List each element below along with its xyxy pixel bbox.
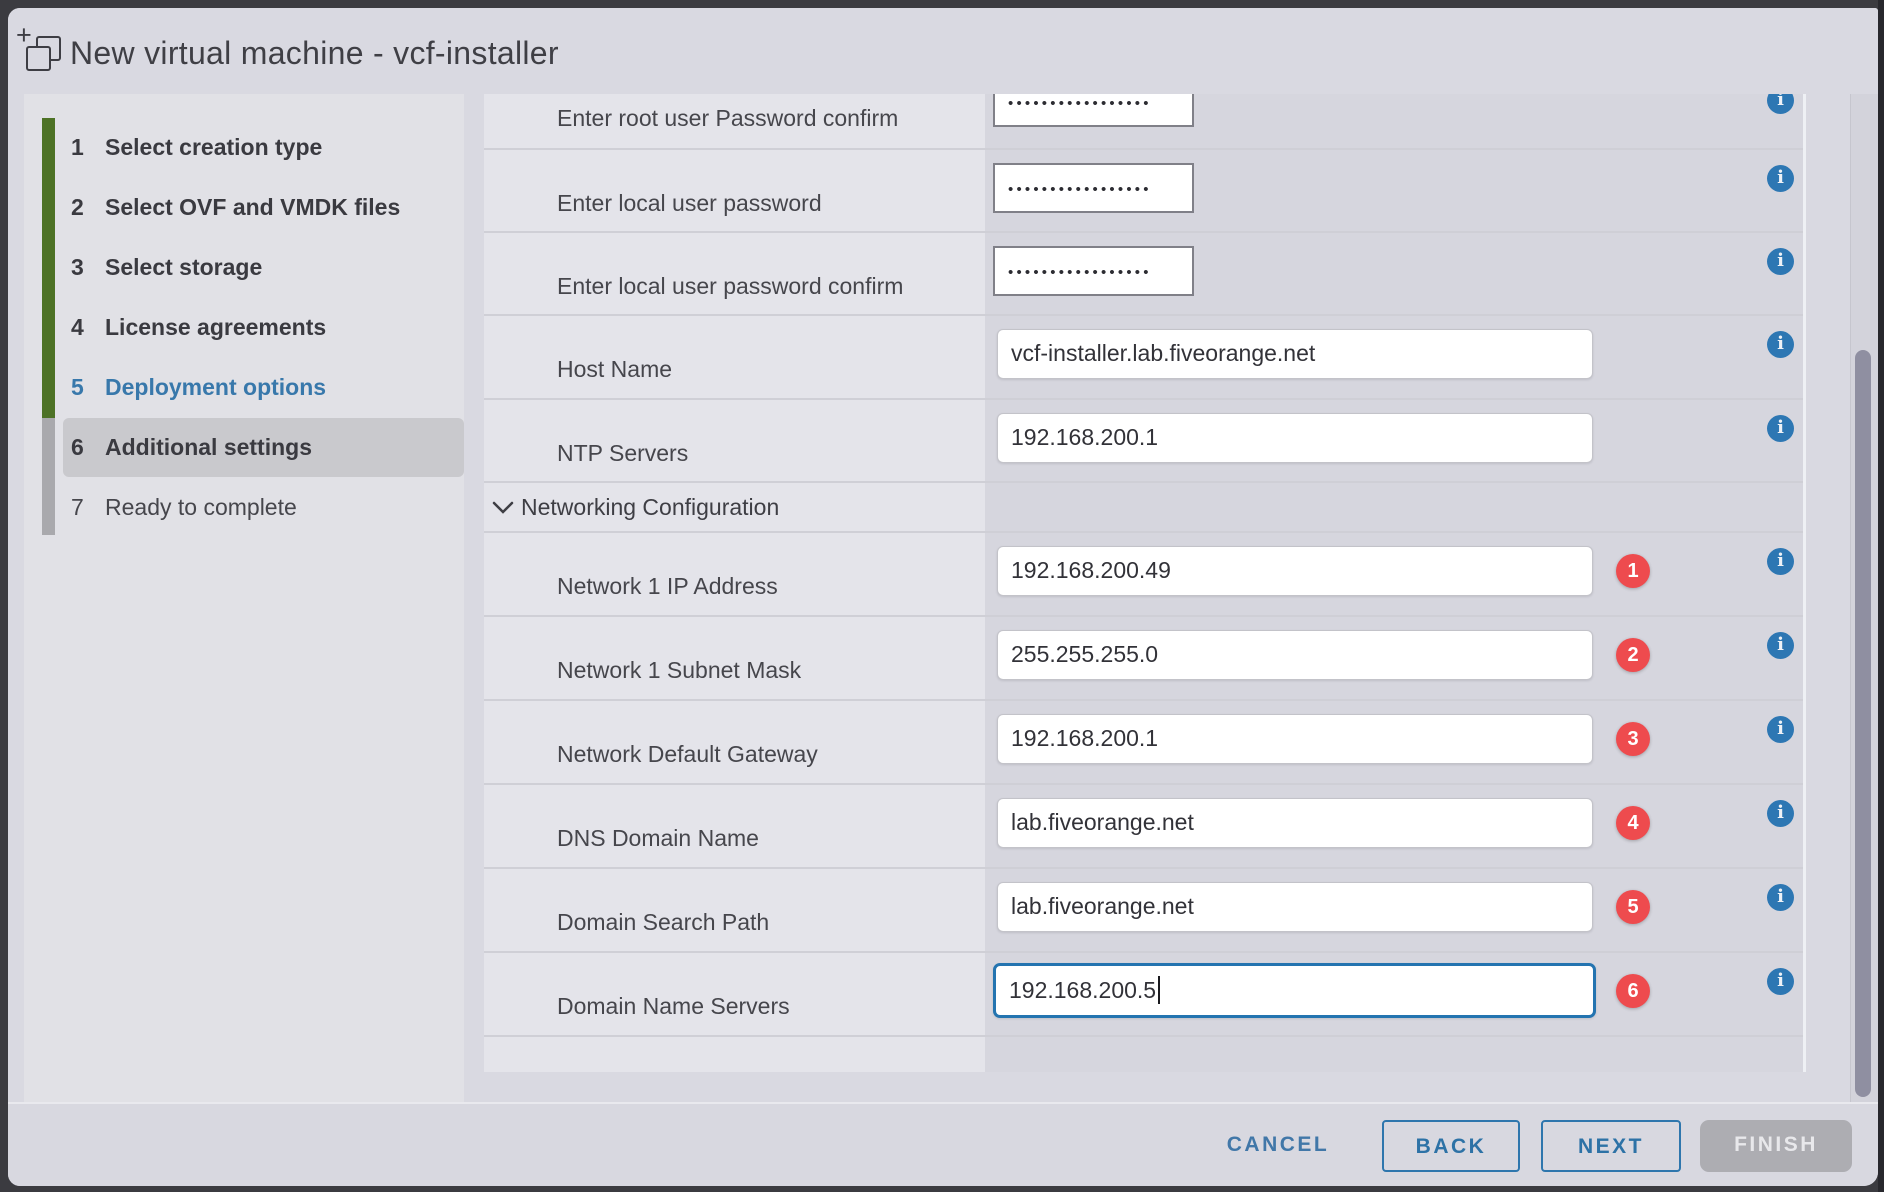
form-row-root-password-confirm: Enter root user Password confirm •••••••…	[484, 94, 1803, 150]
form-row-network1-ip: Network 1 IP Address 192.168.200.49 1 i	[484, 533, 1803, 617]
form-filler-row	[484, 1037, 1803, 1072]
form-row-dns-domain: DNS Domain Name lab.fiveorange.net 4 i	[484, 785, 1803, 869]
dialog-footer: CANCEL BACK NEXT FINISH	[8, 1102, 1878, 1186]
new-vm-wizard-dialog: + New virtual machine - vcf-installer 1 …	[8, 8, 1878, 1186]
info-icon[interactable]: i	[1767, 548, 1794, 575]
validation-badge: 4	[1616, 806, 1650, 840]
step-number: 1	[71, 134, 105, 161]
field-label: Enter local user password	[557, 190, 822, 217]
info-icon[interactable]: i	[1767, 248, 1794, 275]
password-mask: •••••••••••••••••	[1008, 94, 1152, 111]
step-number: 2	[71, 194, 105, 221]
info-icon[interactable]: i	[1767, 415, 1794, 442]
dialog-title: New virtual machine - vcf-installer	[70, 35, 559, 72]
network1-subnet-input[interactable]: 255.255.255.0	[997, 630, 1593, 680]
info-icon[interactable]: i	[1767, 165, 1794, 192]
field-label: Network 1 IP Address	[557, 573, 778, 600]
next-button[interactable]: NEXT	[1541, 1120, 1681, 1172]
field-label: Enter local user password confirm	[557, 273, 903, 300]
host-name-input[interactable]: vcf-installer.lab.fiveorange.net	[997, 329, 1593, 379]
step-label: Deployment options	[105, 374, 326, 401]
section-header-label: Networking Configuration	[521, 494, 779, 521]
plus-icon: +	[16, 22, 32, 49]
field-label: Network 1 Subnet Mask	[557, 657, 801, 684]
field-label: Enter root user Password confirm	[557, 105, 898, 132]
step-label: Select creation type	[105, 134, 322, 161]
additional-settings-form: Enter root user Password confirm •••••••…	[484, 94, 1806, 1072]
dialog-title-bar: + New virtual machine - vcf-installer	[8, 8, 1878, 94]
vm-box-front-icon	[26, 46, 51, 71]
sidebar-step-select-ovf-vmdk[interactable]: 2 Select OVF and VMDK files	[24, 177, 464, 237]
form-row-local-password: Enter local user password ••••••••••••••…	[484, 150, 1803, 233]
info-icon[interactable]: i	[1767, 800, 1794, 827]
local-password-field[interactable]: •••••••••••••••••	[993, 163, 1194, 213]
text-caret	[1158, 976, 1160, 1004]
step-label: Additional settings	[105, 434, 312, 461]
step-label: License agreements	[105, 314, 326, 341]
step-label: Select OVF and VMDK files	[105, 194, 400, 221]
step-number: 3	[71, 254, 105, 281]
field-label: Host Name	[557, 356, 672, 383]
wizard-steps-sidebar: 1 Select creation type 2 Select OVF and …	[24, 94, 464, 1110]
info-icon[interactable]: i	[1767, 884, 1794, 911]
sidebar-step-additional-settings[interactable]: 6 Additional settings	[24, 417, 464, 477]
form-row-domain-name-servers: Domain Name Servers 192.168.200.5 6 i	[484, 953, 1803, 1037]
step-number: 5	[71, 374, 105, 401]
network1-ip-input[interactable]: 192.168.200.49	[997, 546, 1593, 596]
cancel-button[interactable]: CANCEL	[1210, 1120, 1346, 1172]
form-row-local-password-confirm: Enter local user password confirm ••••••…	[484, 233, 1803, 316]
domain-name-servers-input[interactable]: 192.168.200.5	[993, 963, 1596, 1018]
validation-badge: 6	[1616, 974, 1650, 1008]
validation-badge: 2	[1616, 638, 1650, 672]
input-value: 192.168.200.5	[1009, 977, 1156, 1003]
finish-button-disabled: FINISH	[1700, 1120, 1852, 1172]
field-label: DNS Domain Name	[557, 825, 759, 852]
scrollbar-thumb[interactable]	[1855, 350, 1871, 1097]
networking-configuration-section[interactable]: Networking Configuration	[484, 483, 1803, 533]
password-mask: •••••••••••••••••	[1008, 263, 1152, 280]
field-label: Domain Search Path	[557, 909, 769, 936]
form-row-ntp-servers: NTP Servers 192.168.200.1 i	[484, 400, 1803, 483]
default-gateway-input[interactable]: 192.168.200.1	[997, 714, 1593, 764]
password-mask: •••••••••••••••••	[1008, 180, 1152, 197]
screen-backdrop-edge	[1878, 0, 1884, 1192]
domain-search-path-input[interactable]: lab.fiveorange.net	[997, 882, 1593, 932]
step-number: 6	[71, 434, 105, 461]
sidebar-step-select-storage[interactable]: 3 Select storage	[24, 237, 464, 297]
validation-badge: 1	[1616, 554, 1650, 588]
local-password-confirm-field[interactable]: •••••••••••••••••	[993, 246, 1194, 296]
sidebar-step-ready-to-complete: 7 Ready to complete	[24, 477, 464, 537]
info-icon[interactable]: i	[1767, 331, 1794, 358]
back-button[interactable]: BACK	[1382, 1120, 1520, 1172]
validation-badge: 5	[1616, 890, 1650, 924]
chevron-down-icon	[492, 501, 514, 514]
step-number: 7	[71, 494, 105, 521]
sidebar-step-deployment-options[interactable]: 5 Deployment options	[24, 357, 464, 417]
info-icon[interactable]: i	[1767, 94, 1794, 114]
dns-domain-input[interactable]: lab.fiveorange.net	[997, 798, 1593, 848]
form-row-network1-subnet: Network 1 Subnet Mask 255.255.255.0 2 i	[484, 617, 1803, 701]
field-label: Network Default Gateway	[557, 741, 818, 768]
step-number: 4	[71, 314, 105, 341]
validation-badge: 3	[1616, 722, 1650, 756]
sidebar-step-select-creation-type[interactable]: 1 Select creation type	[24, 117, 464, 177]
ntp-servers-input[interactable]: 192.168.200.1	[997, 413, 1593, 463]
step-label: Select storage	[105, 254, 262, 281]
form-row-domain-search-path: Domain Search Path lab.fiveorange.net 5 …	[484, 869, 1803, 953]
sidebar-step-license-agreements[interactable]: 4 License agreements	[24, 297, 464, 357]
form-row-host-name: Host Name vcf-installer.lab.fiveorange.n…	[484, 316, 1803, 400]
info-icon[interactable]: i	[1767, 632, 1794, 659]
info-icon[interactable]: i	[1767, 716, 1794, 743]
field-label: Domain Name Servers	[557, 993, 790, 1020]
new-vm-icon: +	[14, 20, 66, 80]
step-label: Ready to complete	[105, 494, 297, 521]
field-label: NTP Servers	[557, 440, 688, 467]
root-password-confirm-field[interactable]: •••••••••••••••••	[993, 94, 1194, 127]
form-row-default-gateway: Network Default Gateway 192.168.200.1 3 …	[484, 701, 1803, 785]
info-icon[interactable]: i	[1767, 968, 1794, 995]
